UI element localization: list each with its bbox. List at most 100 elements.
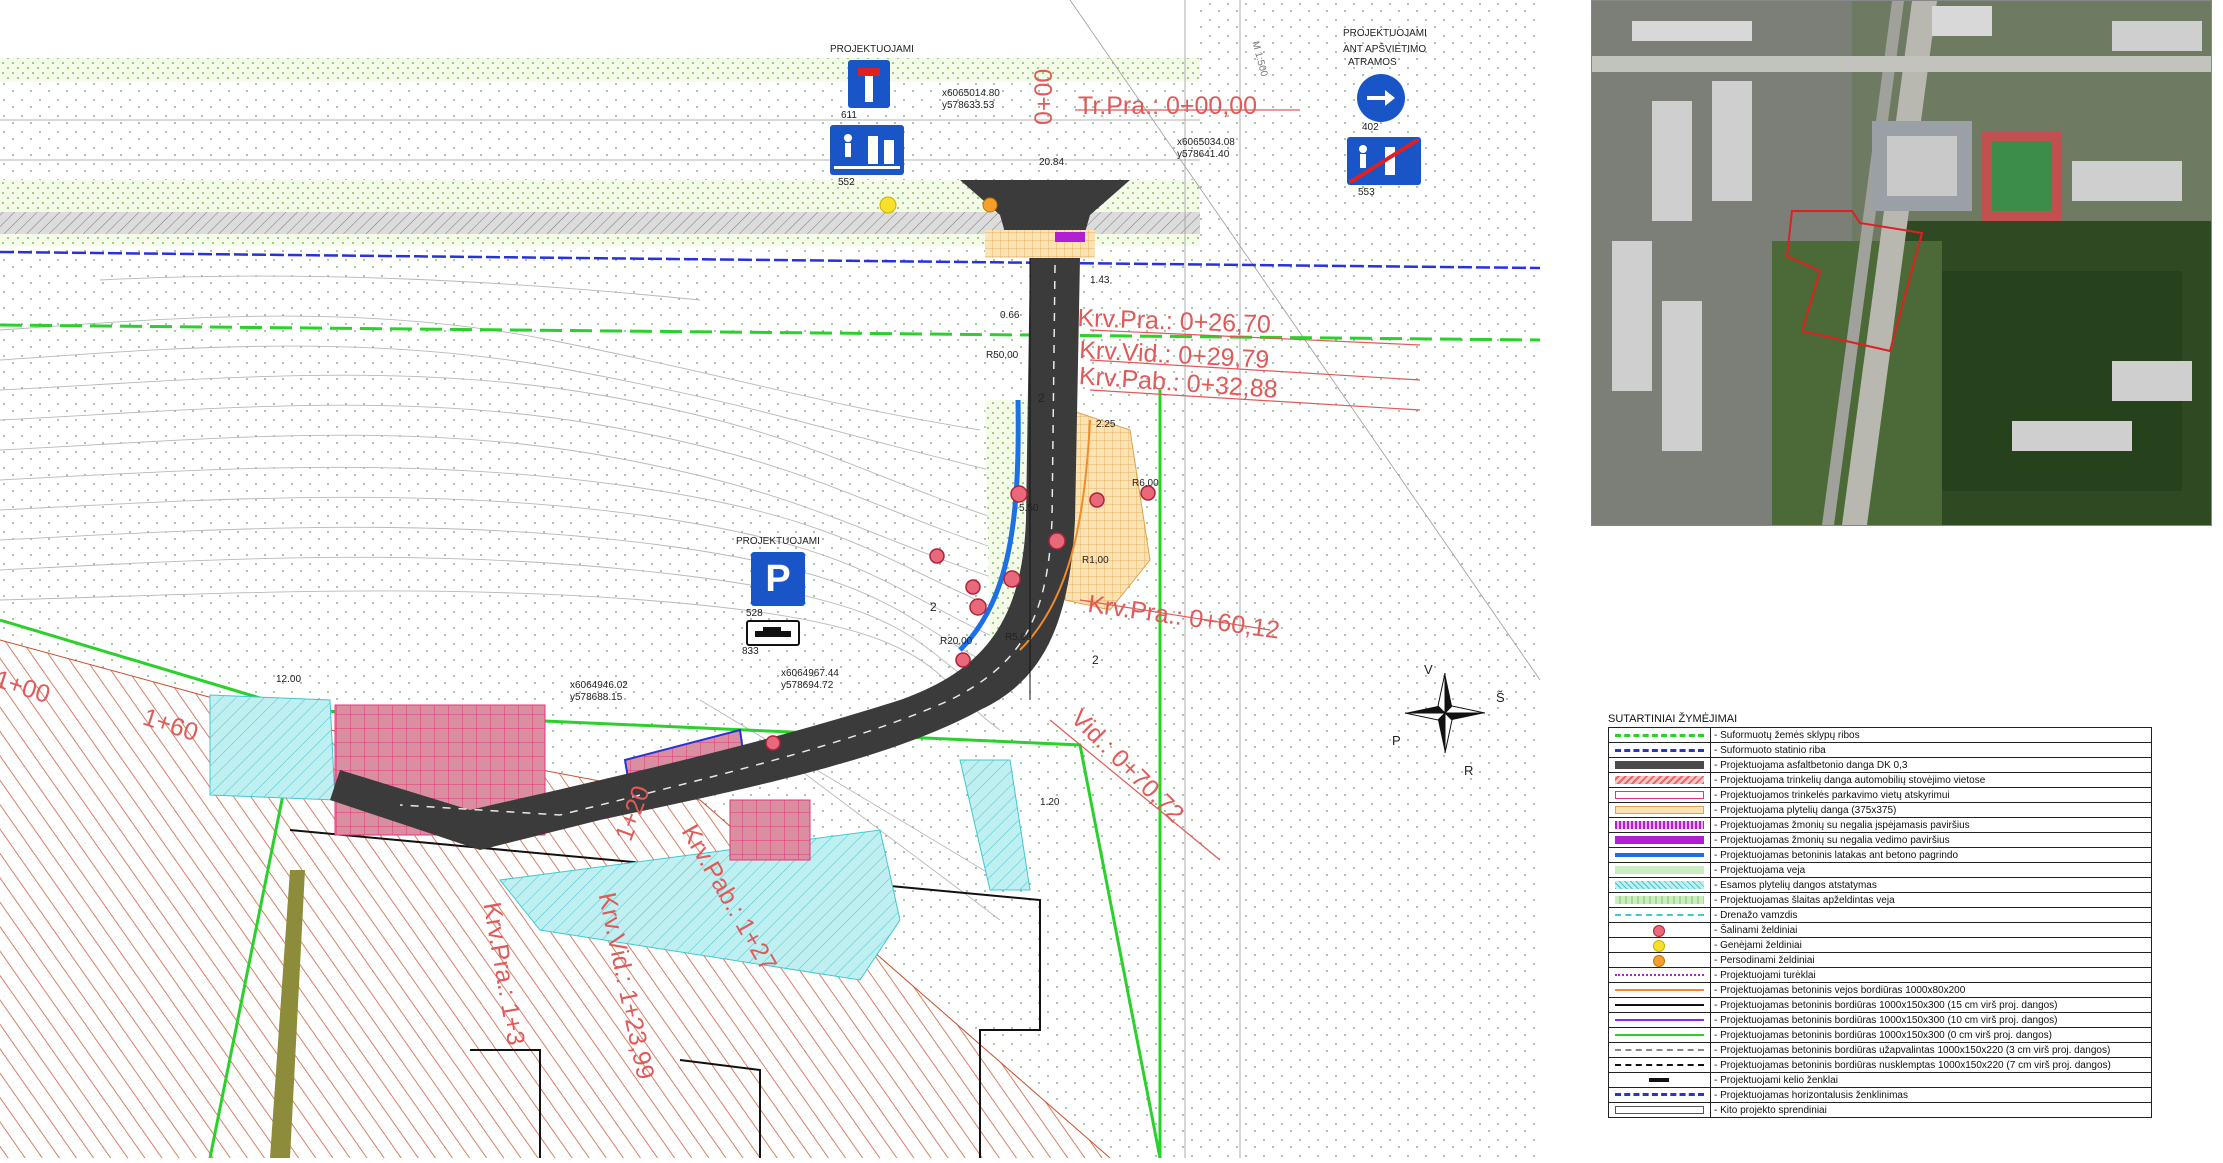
legend-row: - Projektuojamas betoninis bordiūras 100…	[1608, 1027, 2152, 1043]
coord-2-x: x6065034.08	[1177, 137, 1235, 148]
legend-symbol-green-line-icon	[1608, 1027, 1711, 1043]
legend-row: - Projektuojamas betoninis latakas ant b…	[1608, 847, 2152, 863]
chainage-start: 0+00	[1030, 68, 1058, 125]
dim-0-66: 0.66	[1000, 310, 1020, 321]
legend-symbol-orange-line-icon	[1608, 982, 1711, 998]
dim-5-50: 5.50	[1019, 503, 1039, 514]
legend-symbol-remove-tree-icon	[1608, 922, 1711, 938]
legend-row: - Genėjami želdiniai	[1608, 937, 2152, 953]
legend-label: - Projektuojamas šlaitas apželdintas vej…	[1710, 892, 2152, 908]
legend-row: - Projektuojamas betoninis bordiūras 100…	[1608, 997, 2152, 1013]
legend-label: - Projektuojamos trinkelės parkavimo vie…	[1710, 787, 2152, 803]
legend-label: - Esamos plytelių dangos atstatymas	[1710, 877, 2152, 893]
legend-symbol-other-icon	[1608, 1102, 1711, 1118]
legend: SUTARTINIAI ŽYMĖJIMAI - Suformuotų žemės…	[1608, 713, 2152, 1118]
legend-row: - Projektuojami kelio ženklai	[1608, 1072, 2152, 1088]
legend-label: - Projektuojamas betoninis vejos bordiūr…	[1710, 982, 2152, 998]
legend-row: - Projektuojamas šlaitas apželdintas vej…	[1608, 892, 2152, 908]
dim-num-2-b: 2	[930, 600, 937, 614]
legend-symbol-gray-dash-icon	[1608, 1042, 1711, 1058]
dim-r5: R5,00	[1005, 632, 1032, 643]
legend-row: - Projektuojama asfaltbetonio danga DK 0…	[1608, 757, 2152, 773]
sign-code-833: 833	[742, 646, 759, 657]
legend-symbol-move-tree-icon	[1608, 952, 1711, 968]
legend-label: - Projektuojama asfaltbetonio danga DK 0…	[1710, 757, 2152, 773]
legend-row: - Projektuojami turėklai	[1608, 967, 2152, 983]
dim-num-2-c: 2	[1092, 653, 1099, 667]
legend-row: - Suformuoto statinio riba	[1608, 742, 2152, 758]
legend-row: - Projektuojama plytelių danga (375x375)	[1608, 802, 2152, 818]
legend-label: - Projektuojamas žmonių su negalia vedim…	[1710, 832, 2152, 848]
sign-code-552: 552	[838, 177, 855, 188]
legend-row: - Persodinami želdiniai	[1608, 952, 2152, 968]
coord-4-x: x6064967.44	[781, 668, 839, 679]
legend-symbol-purple-guide-icon	[1608, 832, 1711, 848]
legend-symbol-white-box-icon	[1608, 787, 1711, 803]
pedestrian-zone-sign-icon	[830, 125, 904, 175]
legend-row: - Šalinami želdiniai	[1608, 922, 2152, 938]
sign-code-553: 553	[1358, 187, 1375, 198]
legend-label: - Suformuoto statinio riba	[1710, 742, 2152, 758]
legend-row: - Projektuojamas žmonių su negalia vedim…	[1608, 832, 2152, 848]
legend-symbol-drain-icon	[1608, 907, 1711, 923]
coord-3-y: y578688.15	[570, 692, 623, 703]
dim-2-25: 2.25	[1096, 419, 1116, 430]
legend-symbol-purple-warn-icon	[1608, 817, 1711, 833]
legend-row: - Projektuojamas betoninis bordiūras nus…	[1608, 1057, 2152, 1073]
legend-symbol-red-hatch-icon	[1608, 772, 1711, 788]
coord-3-x: x6064946.02	[570, 680, 628, 691]
compass-west: V	[1424, 662, 1433, 677]
legend-row: - Projektuojama trinkelių danga automobi…	[1608, 772, 2152, 788]
end-pedestrian-zone-sign-icon	[1347, 137, 1421, 185]
legend-row: - Projektuojamas betoninis bordiūras 100…	[1608, 1012, 2152, 1028]
legend-symbol-black-line-icon	[1608, 997, 1711, 1013]
legend-label: - Projektuojamas betoninis bordiūras nus…	[1710, 1057, 2152, 1073]
legend-symbol-cyan-hatch-icon	[1608, 877, 1711, 893]
parking-sign-icon: P	[751, 552, 805, 606]
legend-row: - Drenažo vamzdis	[1608, 907, 2152, 923]
legend-symbol-rail-icon	[1608, 967, 1711, 983]
legend-label: - Projektuojami kelio ženklai	[1710, 1072, 2152, 1088]
legend-row: - Projektuojamas betoninis vejos bordiūr…	[1608, 982, 2152, 998]
sign-code-402: 402	[1362, 122, 1379, 133]
legend-title: SUTARTINIAI ŽYMĖJIMAI	[1608, 713, 1738, 725]
legend-label: - Suformuotų žemės sklypų ribos	[1710, 727, 2152, 743]
legend-label: - Projektuojamas betoninis bordiūras uža…	[1710, 1042, 2152, 1058]
compass-north: Š	[1496, 690, 1505, 705]
legend-row: - Projektuojamas betoninis bordiūras uža…	[1608, 1042, 2152, 1058]
legend-label: - Projektuojamas betoninis bordiūras 100…	[1710, 1027, 2152, 1043]
chainage-tr-pra: Tr.Pra.: 0+00,00	[1078, 92, 1258, 120]
dim-num-2-a: 2	[1038, 391, 1045, 405]
legend-symbol-blue-line-icon	[1608, 847, 1711, 863]
legend-row: - Projektuojama veja	[1608, 862, 2152, 878]
legend-symbol-sign-sym-icon	[1608, 1072, 1711, 1088]
legend-label: - Projektuojami turėklai	[1710, 967, 2152, 983]
legend-symbol-green-dash-icon	[1608, 727, 1711, 743]
car-plate-sign-icon	[746, 620, 800, 646]
legend-symbol-prune-tree-icon	[1608, 937, 1711, 953]
legend-label: - Kito projekto sprendiniai	[1710, 1102, 2152, 1118]
coord-1-y: y578633.53	[942, 100, 995, 111]
site-plan: PROJEKTUOJAMI 611 552 PROJEKTUOJAMI ANT …	[0, 0, 1560, 1159]
legend-symbol-blue-dash-icon	[1608, 742, 1711, 758]
coord-2-y: y578641.40	[1177, 149, 1230, 160]
dim-r50: R50,00	[986, 350, 1019, 361]
arrow-right-sign-icon	[1357, 74, 1405, 122]
legend-row: - Suformuotų žemės sklypų ribos	[1608, 727, 2152, 743]
legend-symbol-black-dash-icon	[1608, 1057, 1711, 1073]
legend-label: - Projektuojamas žmonių su negalia įspėj…	[1710, 817, 2152, 833]
sign-label-parking: PROJEKTUOJAMI	[736, 536, 820, 547]
legend-symbol-asphalt-icon	[1608, 757, 1711, 773]
aerial-photo-image	[1592, 1, 2211, 525]
legend-row: - Projektuojamas žmonių su negalia įspėj…	[1608, 817, 2152, 833]
legend-row: - Projektuojamas horizontalusis ženklini…	[1608, 1087, 2152, 1103]
legend-label: - Projektuojamas betoninis bordiūras 100…	[1710, 1012, 2152, 1028]
legend-symbol-tile-icon	[1608, 802, 1711, 818]
dim-1-43: 1.43	[1090, 275, 1110, 286]
dim-r1: R1,00	[1082, 555, 1109, 566]
legend-label: - Projektuojama trinkelių danga automobi…	[1710, 772, 2152, 788]
legend-label: - Projektuojamas horizontalusis ženklini…	[1710, 1087, 2152, 1103]
aerial-photo	[1591, 0, 2212, 526]
sign-code-528: 528	[746, 608, 763, 619]
sign-label-right: PROJEKTUOJAMI	[1343, 28, 1427, 39]
